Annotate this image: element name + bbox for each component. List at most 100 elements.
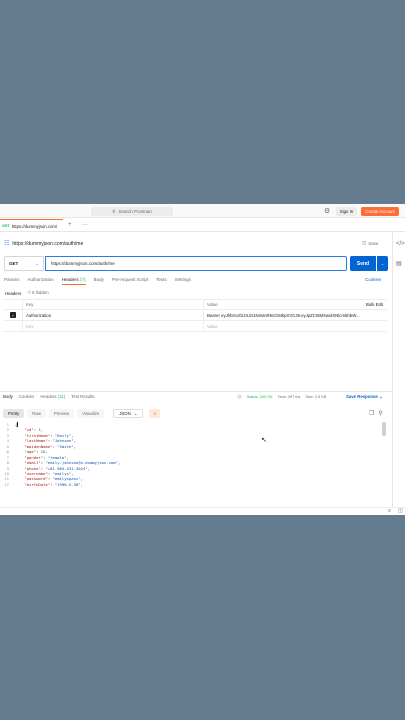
save-label: Save bbox=[368, 240, 379, 246]
view-raw-button[interactable]: Raw bbox=[27, 409, 46, 418]
new-key-input[interactable]: Key bbox=[22, 321, 203, 331]
new-value-input[interactable]: Value bbox=[203, 321, 387, 331]
tab-label: Pre-request Script bbox=[111, 277, 149, 282]
tab-label: Body bbox=[93, 277, 104, 282]
bulk-edit-button[interactable]: Bulk Edit bbox=[366, 302, 387, 307]
chevron-down-icon: ⌄ bbox=[35, 260, 39, 266]
header-checkbox[interactable]: ✓ bbox=[10, 312, 16, 318]
view-preview-button[interactable]: Preview bbox=[48, 409, 75, 418]
documentation-icon[interactable]: ▤ bbox=[396, 260, 402, 267]
format-select[interactable]: JSON ⌄ bbox=[113, 409, 144, 418]
tab-label: Headers bbox=[61, 277, 79, 282]
request-title-row: ☷ https://dummyjson.com/auth/me bbox=[4, 239, 83, 248]
copy-icon[interactable]: ❐ bbox=[369, 410, 374, 417]
hidden-headers-label: 6 hidden bbox=[32, 290, 49, 295]
response-tab-test-results[interactable]: Test Results bbox=[71, 394, 94, 399]
panel-icon[interactable]: ◫ bbox=[398, 508, 403, 514]
save-icon: ◫ bbox=[362, 240, 367, 245]
tab-tests[interactable]: Tests bbox=[156, 277, 167, 285]
request-tab-title: https://dummyjson.com/ bbox=[11, 223, 58, 229]
code-text: "birthDate": "1996-5-30", bbox=[24, 481, 83, 487]
line-number: 12 bbox=[4, 481, 9, 487]
response-body-editor[interactable]: 1{2 "id": 1, 3 "firstName": "Emily", 4 "la… bbox=[4, 422, 380, 504]
request-title[interactable]: https://dummyjson.com/auth/me bbox=[12, 241, 83, 247]
send-button[interactable]: Send bbox=[350, 256, 376, 271]
url-input[interactable] bbox=[45, 256, 347, 271]
table-row-empty: Key Value bbox=[4, 321, 387, 332]
view-pretty-button[interactable]: Pretty bbox=[3, 409, 25, 418]
hidden-headers-toggle[interactable]: ☉ 6 hidden bbox=[27, 290, 48, 296]
tab-label: Settings bbox=[174, 277, 191, 282]
headers-table: Key Value Bulk Edit ✓ Authorization Bear… bbox=[4, 299, 387, 332]
more-tabs-icon[interactable]: ··· bbox=[82, 222, 88, 228]
response-view-bar: Pretty Raw Preview Visualize JSON ⌄ ≡ bbox=[3, 409, 161, 418]
response-size[interactable]: Size: 2.5 KB bbox=[305, 395, 326, 399]
format-value: JSON bbox=[119, 411, 131, 416]
postman-app: ⚲ Search Postman ⚙ Sign In Create Accoun… bbox=[0, 204, 405, 515]
save-button[interactable]: ◫ Save bbox=[362, 240, 379, 246]
response-tab-cookies[interactable]: Cookies bbox=[19, 394, 35, 399]
save-response-button[interactable]: Save Response ⌄ bbox=[346, 394, 383, 400]
eye-icon: ☉ bbox=[27, 290, 32, 295]
search-placeholder: Search Postman bbox=[118, 209, 152, 214]
search-bar[interactable]: ⚲ Search Postman bbox=[91, 207, 173, 216]
column-header-key: Key bbox=[22, 300, 203, 309]
chevron-down-icon: ⌄ bbox=[378, 394, 383, 399]
code-line: 12 "birthDate": "1996-5-30", bbox=[4, 482, 380, 487]
tab-label: Tests bbox=[156, 277, 167, 282]
response-status[interactable]: Status: 200 OK bbox=[247, 395, 273, 399]
settings-icon[interactable]: ⚙ bbox=[324, 208, 332, 216]
method-select[interactable]: GET ⌄ bbox=[4, 256, 44, 271]
tab-headers[interactable]: Headers (7) bbox=[61, 277, 86, 285]
globe-icon: ⚪ bbox=[237, 395, 242, 399]
tab-count: (11) bbox=[57, 394, 66, 399]
top-bar: ⚲ Search Postman ⚙ Sign In Create Accoun… bbox=[0, 204, 405, 218]
request-tab[interactable]: GET https://dummyjson.com/ bbox=[0, 219, 63, 232]
right-sidebar: </> ▤ bbox=[392, 232, 405, 515]
row-checkbox-cell: ✓ bbox=[4, 312, 22, 318]
response-divider[interactable] bbox=[0, 391, 392, 392]
response-tools: ❐ ⚲ bbox=[369, 410, 383, 417]
tab-label: Headers bbox=[40, 394, 57, 399]
chevron-down-icon: ⌄ bbox=[133, 410, 138, 416]
send-options-button[interactable]: ⌄ bbox=[377, 256, 388, 271]
header-value-cell[interactable]: Bearer eyJhbGciOiJIUzI1NiIsInR5cCI6IkpXV… bbox=[203, 310, 387, 320]
response-tab-body[interactable]: Body bbox=[3, 394, 13, 399]
response-tabs: Body Cookies Headers (11) Test Results bbox=[3, 394, 95, 399]
tab-authorization[interactable]: Authorization bbox=[28, 277, 54, 285]
request-tabs: Params Authorization Headers (7) Body Pr… bbox=[4, 277, 191, 285]
tab-bar: GET https://dummyjson.com/ + ··· bbox=[0, 219, 405, 232]
search-icon[interactable]: ⚲ bbox=[378, 410, 382, 417]
view-visualize-button[interactable]: Visualize bbox=[77, 409, 105, 418]
response-stats: ⚪ Status: 200 OK Time: 297 ms Size: 2.5 … bbox=[237, 394, 326, 400]
header-key-cell[interactable]: Authorization bbox=[22, 310, 203, 320]
tab-label: Params bbox=[4, 277, 20, 282]
method-value: GET bbox=[9, 261, 19, 266]
table-row: ✓ Authorization Bearer eyJhbGciOiJIUzI1N… bbox=[4, 310, 387, 321]
tab-params[interactable]: Params bbox=[4, 277, 20, 285]
create-account-button[interactable]: Create Account bbox=[361, 207, 399, 216]
chevron-down-icon: ⌄ bbox=[380, 261, 385, 266]
tab-count: (7) bbox=[80, 277, 86, 282]
request-tab-method: GET bbox=[2, 224, 10, 228]
layout-icon[interactable]: ≡ bbox=[388, 508, 391, 514]
search-icon: ⚲ bbox=[112, 208, 116, 214]
add-tab-icon[interactable]: + bbox=[68, 222, 72, 228]
save-response-label: Save Response bbox=[346, 394, 378, 399]
cookies-link[interactable]: Cookies bbox=[365, 277, 381, 282]
table-header-row: Key Value Bulk Edit bbox=[4, 299, 387, 310]
response-time[interactable]: Time: 297 ms bbox=[277, 395, 300, 399]
tab-pre-request-script[interactable]: Pre-request Script bbox=[112, 277, 148, 285]
tab-settings[interactable]: Settings bbox=[175, 277, 191, 285]
http-icon: ☷ bbox=[4, 241, 10, 247]
code-icon[interactable]: </> bbox=[396, 241, 405, 247]
response-tab-headers[interactable]: Headers (11) bbox=[40, 394, 65, 399]
status-bar: ≡ ◫ bbox=[0, 507, 405, 515]
column-header-value: Value Bulk Edit bbox=[203, 300, 387, 309]
editor-scrollbar[interactable] bbox=[382, 422, 386, 436]
tab-body[interactable]: Body bbox=[94, 277, 104, 285]
wrap-lines-icon[interactable]: ≡ bbox=[149, 409, 161, 418]
mouse-cursor-icon: ↖ bbox=[261, 437, 267, 444]
column-header-value-label: Value bbox=[207, 302, 218, 307]
sign-in-button[interactable]: Sign In bbox=[336, 207, 357, 216]
